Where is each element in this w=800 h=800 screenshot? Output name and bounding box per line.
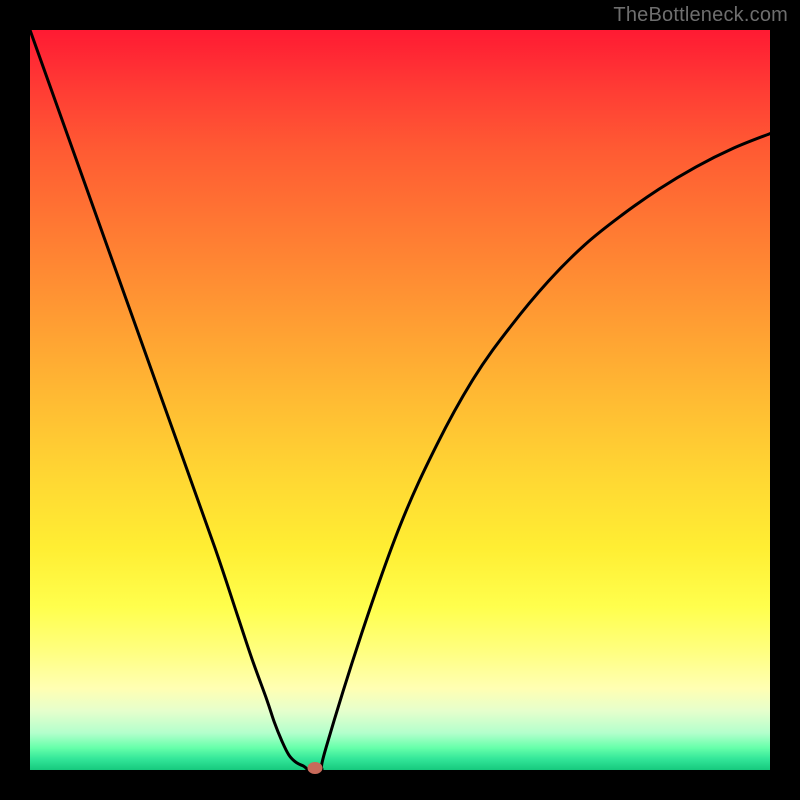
bottleneck-curve — [30, 30, 770, 770]
plot-area — [30, 30, 770, 770]
minimum-marker — [307, 762, 322, 774]
watermark-text: TheBottleneck.com — [613, 4, 788, 27]
curve-svg — [30, 30, 770, 770]
chart-container: TheBottleneck.com — [0, 0, 800, 800]
